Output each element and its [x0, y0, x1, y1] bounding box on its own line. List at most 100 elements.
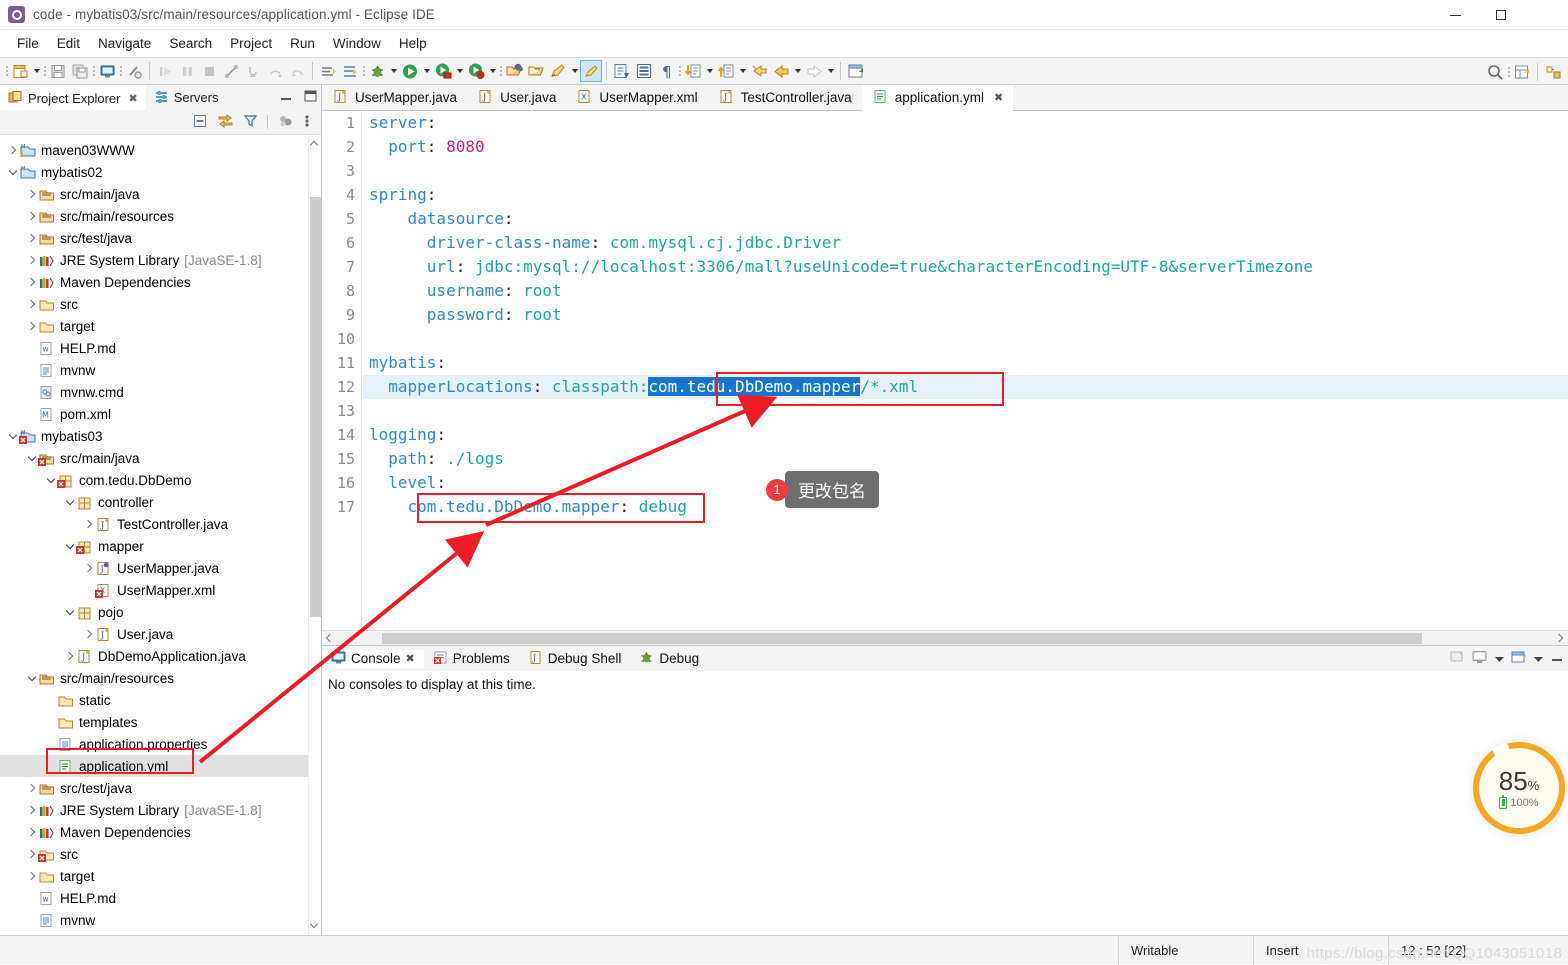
view-menu-icon[interactable]: [303, 113, 311, 132]
chevron-right-icon[interactable]: [6, 139, 19, 161]
tree-item[interactable]: XUserMapper.xml: [0, 579, 321, 601]
code-line[interactable]: url: jdbc:mysql://localhost:3306/mall?us…: [363, 255, 1568, 279]
tab-project-explorer[interactable]: Project Explorer ✖: [0, 85, 146, 110]
tree-item[interactable]: application.yml: [0, 755, 321, 777]
tree-item[interactable]: src/test/java: [0, 777, 321, 799]
chevron-right-icon[interactable]: [25, 821, 38, 843]
open-console-caret[interactable]: [1534, 651, 1543, 666]
forward-icon[interactable]: [803, 60, 825, 82]
display-console-icon[interactable]: [1472, 650, 1488, 667]
tree-item[interactable]: Mmaven03WWW: [0, 139, 321, 161]
step-return-icon[interactable]: [286, 60, 308, 82]
tree-item[interactable]: J TestController.java: [0, 513, 321, 535]
focus-on-active-task-icon[interactable]: [277, 113, 294, 132]
menu-file[interactable]: File: [8, 33, 48, 54]
tree-item[interactable]: J User.java: [0, 623, 321, 645]
code-line[interactable]: mapperLocations: classpath:com.tedu.DbDe…: [363, 375, 1568, 399]
tab-servers[interactable]: Servers: [146, 85, 227, 110]
tree-item[interactable]: Mpom.xml: [0, 403, 321, 425]
code-line[interactable]: level:: [363, 471, 1568, 495]
last-edit-location-icon[interactable]: [748, 60, 770, 82]
editor-tab[interactable]: application.yml ✖: [861, 85, 1014, 111]
scroll-down-icon[interactable]: [311, 921, 320, 930]
debug-caret[interactable]: [388, 60, 399, 82]
horizontal-scroll-thumb[interactable]: [382, 633, 1422, 644]
code-line[interactable]: [363, 159, 1568, 183]
skip-breakpoints-icon[interactable]: [317, 60, 339, 82]
tree-item[interactable]: src/main/java: [0, 183, 321, 205]
menu-run[interactable]: Run: [281, 33, 324, 54]
console-tab[interactable]: Debug: [630, 650, 708, 668]
menu-project[interactable]: Project: [221, 33, 281, 54]
run-caret[interactable]: [421, 60, 432, 82]
code-area[interactable]: 1 2 3 4 5 6 7 8 9 10 11 12 13 14 15 16 17 server: port: …: [322, 111, 1568, 630]
step-into-icon[interactable]: [242, 60, 264, 82]
chevron-down-icon[interactable]: [25, 447, 38, 469]
tree-item[interactable]: target: [0, 315, 321, 337]
back-icon[interactable]: [770, 60, 792, 82]
battery-widget[interactable]: 85% 100%: [1479, 748, 1559, 828]
console-tab[interactable]: Problems: [424, 650, 519, 668]
tree-item[interactable]: com.tedu.DbDemo: [0, 469, 321, 491]
debug-icon[interactable]: [366, 60, 388, 82]
scroll-right-icon[interactable]: [1552, 631, 1568, 645]
chevron-right-icon[interactable]: [25, 843, 38, 865]
run-as-server-caret[interactable]: [454, 60, 465, 82]
disconnect-icon[interactable]: [220, 60, 242, 82]
terminate-icon[interactable]: [198, 60, 220, 82]
tree-item[interactable]: J DbDemoApplication.java: [0, 645, 321, 667]
save-all-icon[interactable]: [69, 60, 91, 82]
filter-icon[interactable]: [243, 113, 258, 132]
tree-item[interactable]: templates: [0, 711, 321, 733]
tree-item[interactable]: src/main/resources: [0, 667, 321, 689]
code-line[interactable]: [363, 327, 1568, 351]
new-file-icon[interactable]: [9, 60, 31, 82]
code-line[interactable]: logging:: [363, 423, 1568, 447]
tree-item[interactable]: target: [0, 865, 321, 887]
tree-item[interactable]: w HELP.md: [0, 337, 321, 359]
chevron-right-icon[interactable]: [25, 205, 38, 227]
menu-window[interactable]: Window: [324, 33, 390, 54]
close-button[interactable]: [1523, 0, 1568, 30]
code-line[interactable]: mybatis:: [363, 351, 1568, 375]
clear-console-icon[interactable]: [1449, 650, 1465, 667]
editor-horizontal-scrollbar[interactable]: [322, 630, 1568, 645]
chevron-right-icon[interactable]: [25, 315, 38, 337]
editor-tab[interactable]: J User.java: [467, 85, 566, 110]
editor-tab[interactable]: J UserMapper.java: [322, 85, 467, 110]
tree-item[interactable]: src/test/java: [0, 227, 321, 249]
maximize-button[interactable]: [1478, 0, 1523, 30]
tree-item[interactable]: Mmybatis03: [0, 425, 321, 447]
code-line[interactable]: [363, 399, 1568, 423]
suspend-icon[interactable]: [176, 60, 198, 82]
show-whitespace-icon[interactable]: ¶: [655, 60, 677, 82]
chevron-right-icon[interactable]: [63, 645, 76, 667]
tree-item[interactable]: src: [0, 293, 321, 315]
chevron-down-icon[interactable]: [6, 161, 19, 183]
chevron-right-icon[interactable]: [25, 799, 38, 821]
collapse-all-icon[interactable]: [192, 113, 208, 132]
link-with-editor-icon[interactable]: [217, 113, 234, 132]
new-window-icon[interactable]: [845, 60, 867, 82]
tree-item[interactable]: mvnw.cmd: [0, 381, 321, 403]
chevron-down-icon[interactable]: [63, 601, 76, 623]
tree-item[interactable]: application.properties: [0, 733, 321, 755]
new-java-class-icon[interactable]: [611, 60, 633, 82]
chevron-down-icon[interactable]: [63, 535, 76, 557]
code-line[interactable]: password: root: [363, 303, 1568, 327]
open-console-icon[interactable]: [1511, 650, 1527, 667]
tree-item[interactable]: static: [0, 689, 321, 711]
chevron-right-icon[interactable]: [25, 865, 38, 887]
menu-help[interactable]: Help: [390, 33, 436, 54]
chevron-right-icon[interactable]: [25, 227, 38, 249]
tree-item[interactable]: src: [0, 843, 321, 865]
chevron-right-icon[interactable]: [25, 777, 38, 799]
no-marker-icon[interactable]: [123, 60, 145, 82]
tree-item[interactable]: pojo: [0, 601, 321, 623]
tree-item[interactable]: mvnw: [0, 909, 321, 931]
search-marker-caret[interactable]: [569, 60, 580, 82]
code-line[interactable]: spring:: [363, 183, 1568, 207]
close-icon[interactable]: ✖: [994, 91, 1003, 104]
tree-item[interactable]: src/main/resources: [0, 205, 321, 227]
chevron-right-icon[interactable]: [25, 249, 38, 271]
